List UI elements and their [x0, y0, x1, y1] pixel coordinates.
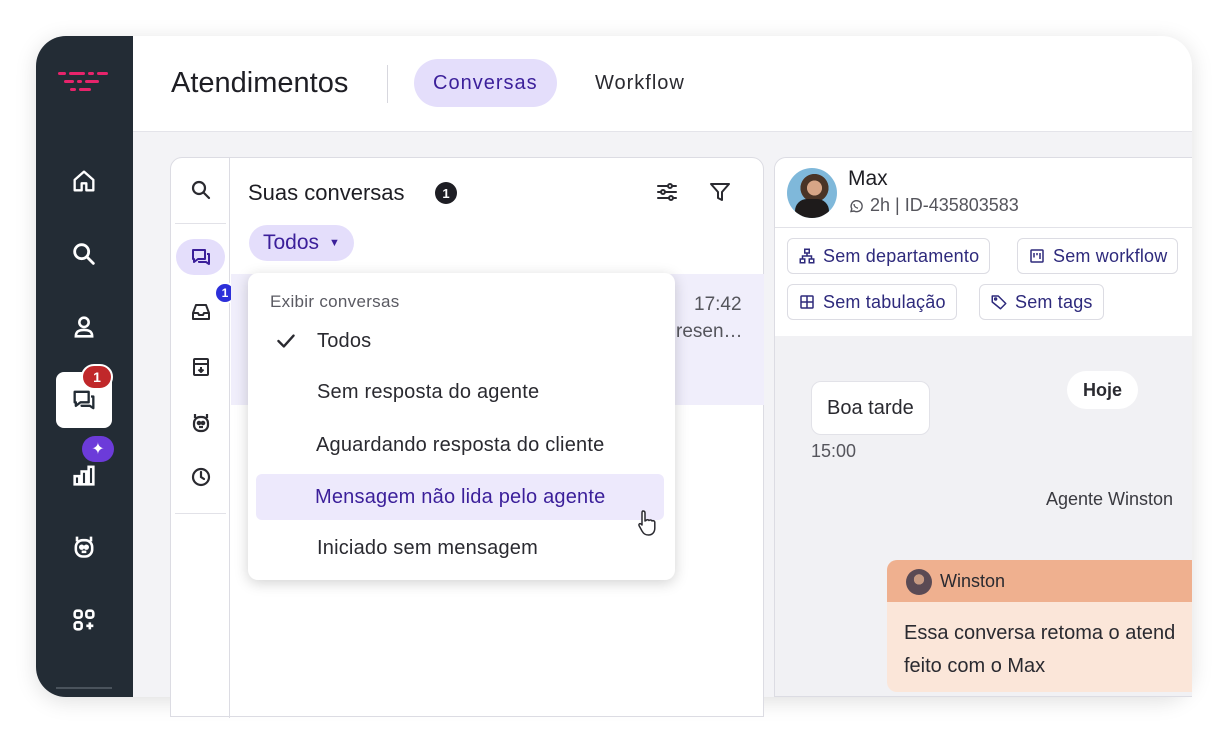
inbox-icon [191, 304, 210, 320]
conversation-snippet: resen… [676, 321, 743, 342]
option-sem-resposta[interactable]: Sem resposta do agente [256, 369, 664, 415]
nav-search[interactable] [56, 226, 112, 282]
filter-icon[interactable] [708, 180, 732, 204]
note-author: Winston [940, 571, 1006, 591]
page-header: Atendimentos Conversas Workflow [133, 36, 1192, 132]
message-bubble: Boa tarde [811, 381, 930, 435]
nav-home[interactable] [56, 153, 112, 209]
filter-my-conversations[interactable] [176, 239, 225, 275]
search-icon [191, 180, 210, 200]
user-icon [74, 316, 94, 338]
filter-dropdown-chip[interactable]: Todos ▼ [249, 225, 354, 261]
nav-contacts[interactable] [56, 299, 112, 355]
contact-meta: 2h | ID-435803583 [848, 195, 1019, 216]
option-label: Aguardando resposta do cliente [316, 433, 605, 456]
agent-label: Agente Winston [1046, 489, 1174, 509]
filter-search-button[interactable] [176, 172, 225, 208]
contact-meta-text: 2h | ID-435803583 [870, 195, 1019, 215]
dropdown-header: Exibir conversas [270, 292, 400, 311]
option-label: Iniciado sem mensagem [317, 536, 538, 559]
option-nao-lida[interactable]: Mensagem não lida pelo agente [256, 474, 664, 520]
contact-avatar[interactable] [787, 168, 837, 218]
brand-logo [58, 72, 108, 91]
search-icon [73, 243, 95, 265]
day-separator: Hoje [1067, 371, 1139, 409]
note-text: Essa conversa retoma o atend feito com o… [904, 617, 1192, 683]
apps-icon [73, 609, 95, 631]
conversation-time: 17:42 [694, 294, 742, 315]
note-line: Essa conversa retoma o atend [904, 622, 1176, 644]
message-time: 15:00 [811, 441, 857, 461]
archive-icon [192, 358, 209, 376]
filter-history[interactable] [176, 459, 225, 495]
hand-cursor-icon [638, 510, 656, 536]
bot-icon [74, 536, 94, 558]
caret-down-icon: ▼ [329, 237, 340, 249]
tag-label: Sem workflow [1053, 245, 1168, 266]
rail-divider [56, 687, 112, 689]
main-sidebar: 1 ✦ [36, 36, 133, 697]
option-aguardando-cliente[interactable]: Aguardando resposta do cliente [256, 422, 664, 468]
tags-tag[interactable]: Sem tags [979, 284, 1104, 320]
internal-note: Winston Essa conversa retoma o atend fei… [887, 560, 1192, 692]
tag-label: Sem departamento [823, 245, 980, 266]
conversations-title: Suas conversas [248, 180, 405, 205]
tabulation-tag[interactable]: Sem tabulação [787, 284, 957, 320]
column-divider [175, 223, 226, 224]
tab-workflow[interactable]: Workflow [576, 59, 704, 107]
note-author-avatar [906, 569, 932, 595]
settings-sliders-icon[interactable] [655, 180, 679, 204]
chat-panel: Max 2h | ID-435803583 Sem departamento S… [774, 157, 1192, 697]
note-line: feito com o Max [904, 655, 1046, 677]
chat-header: Max 2h | ID-435803583 [775, 158, 1192, 228]
option-label: Todos [317, 329, 372, 352]
filter-chip-label: Todos [263, 231, 320, 254]
chat-tags: Sem departamento Sem workflow Sem tabula… [775, 228, 1192, 336]
conversations-count-badge: 1 [435, 182, 457, 204]
tag-label: Sem tags [1015, 291, 1093, 312]
chart-icon [73, 465, 95, 486]
option-label: Mensagem não lida pelo agente [315, 485, 606, 508]
nav-bots[interactable] [56, 518, 112, 574]
chat-icon [73, 390, 95, 410]
workflow-tag[interactable]: Sem workflow [1017, 238, 1179, 274]
note-header: Winston [887, 560, 1192, 602]
sparkle-badge: ✦ [82, 436, 114, 462]
home-icon [73, 170, 95, 192]
filter-bots[interactable] [176, 404, 225, 440]
tab-conversas[interactable]: Conversas [414, 59, 557, 107]
department-tag[interactable]: Sem departamento [787, 238, 991, 274]
filter-archived[interactable] [176, 349, 225, 385]
grid-icon [800, 295, 814, 309]
check-icon [277, 334, 295, 348]
option-label: Sem resposta do agente [317, 380, 540, 403]
tag-label: Sem tabulação [823, 291, 946, 312]
org-chart-icon [799, 248, 815, 264]
contact-name: Max [848, 167, 888, 190]
tag-icon [991, 295, 1007, 310]
conversations-badge: 1 [81, 364, 113, 390]
bot-icon [192, 414, 209, 433]
nav-apps[interactable] [56, 592, 112, 648]
clock-icon [191, 467, 210, 487]
conversation-filters-column: 1 [171, 158, 236, 718]
header-divider [387, 65, 388, 103]
column-divider [175, 513, 226, 514]
page-title: Atendimentos [171, 67, 349, 99]
option-todos[interactable]: Todos [256, 318, 664, 364]
kanban-icon [1030, 249, 1044, 263]
filter-dropdown-menu: Exibir conversas Todos Sem resposta do a… [248, 273, 675, 580]
option-iniciado-sem-mensagem[interactable]: Iniciado sem mensagem [256, 525, 664, 571]
chat-icon [191, 249, 210, 265]
whatsapp-icon [850, 199, 863, 212]
